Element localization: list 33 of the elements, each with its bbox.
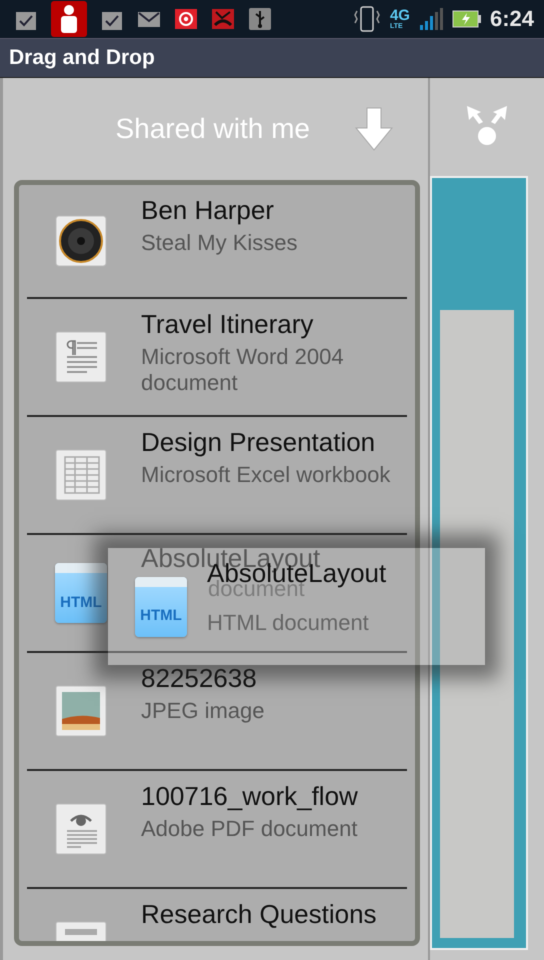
file-name: Ben Harper bbox=[141, 195, 275, 226]
file-list-item[interactable]: 100716_work_flow Adobe PDF document bbox=[27, 771, 407, 889]
spreadsheet-icon bbox=[55, 449, 107, 501]
clock-time: 6:24 bbox=[490, 6, 534, 32]
file-list-item[interactable]: Travel Itinerary Microsoft Word 2004 document bbox=[27, 299, 407, 417]
file-name: Design Presentation bbox=[141, 427, 376, 458]
text-document-icon bbox=[55, 331, 107, 383]
file-list-item[interactable]: Design Presentation Microsoft Excel workbook bbox=[27, 417, 407, 535]
signal-icon bbox=[418, 7, 444, 31]
file-type: HTML document bbox=[207, 612, 370, 634]
file-name: 100716_work_flow bbox=[141, 781, 358, 812]
file-type: Microsoft Excel workbook bbox=[141, 462, 390, 488]
usb-icon[interactable] bbox=[248, 7, 272, 31]
file-list-item[interactable]: 82252638 JPEG image bbox=[27, 653, 407, 771]
file-list-item[interactable]: Ben Harper Steal My Kisses bbox=[27, 185, 407, 299]
eye-document-icon bbox=[55, 803, 107, 855]
file-type: Adobe PDF document bbox=[141, 816, 358, 842]
file-type: JPEG image bbox=[141, 698, 264, 724]
vibrate-icon bbox=[352, 5, 382, 33]
file-name: Research Questions bbox=[141, 899, 377, 930]
file-type: Steal My Kisses bbox=[141, 230, 298, 256]
window-title: Drag and Drop bbox=[9, 46, 155, 70]
file-list-item[interactable]: Research Questions bbox=[27, 889, 407, 941]
person-icon[interactable] bbox=[51, 1, 87, 37]
image-icon bbox=[55, 685, 107, 737]
file-name: 82252638 bbox=[141, 663, 258, 694]
html-file-icon: HTML bbox=[135, 576, 187, 636]
panel-title: Shared with me bbox=[115, 113, 310, 145]
file-name: Travel Itinerary bbox=[141, 309, 314, 340]
speaker-icon bbox=[55, 215, 107, 267]
file-type: Microsoft Word 2004 document bbox=[141, 344, 345, 396]
battery-charging-icon bbox=[452, 9, 482, 29]
missed-call-icon[interactable] bbox=[211, 7, 235, 31]
